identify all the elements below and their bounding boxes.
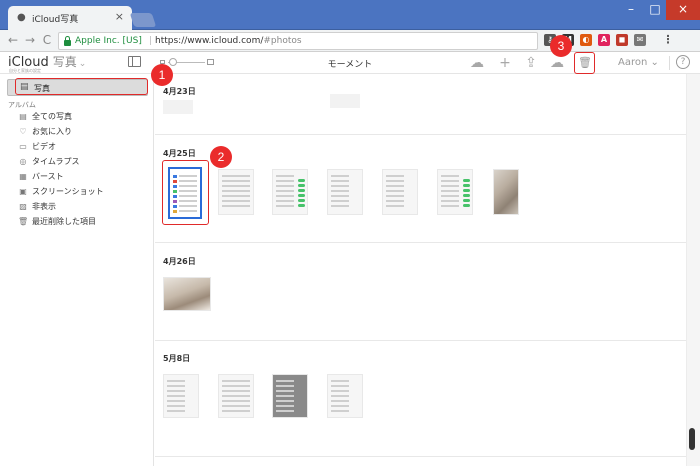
moment-divider	[155, 456, 686, 457]
sidebar-album-item[interactable]: ▦ バースト	[18, 170, 64, 184]
sidebar-toggle-icon[interactable]	[128, 56, 141, 67]
app-name: 写真	[52, 55, 77, 69]
sidebar-album-item[interactable]: ▨ 非表示	[18, 200, 56, 214]
browser-tab-strip: ● iCloud写真 × – □ ×	[0, 0, 700, 30]
album-icon: ▦	[19, 172, 27, 181]
secure-origin-label: Apple Inc. [US]	[75, 36, 142, 46]
account-menu[interactable]: Aaron ⌄	[618, 57, 659, 68]
photo-thumbnail[interactable]	[163, 100, 193, 114]
album-icon: 🗑	[18, 217, 29, 226]
album-section-header: アルバム	[8, 101, 36, 109]
account-name: Aaron	[618, 57, 648, 68]
sidebar-item-label: スクリーンショット	[32, 187, 104, 196]
sidebar-item-label: 全ての写真	[32, 112, 72, 121]
view-title: モーメント	[327, 60, 373, 70]
photo-thumbnail[interactable]	[218, 169, 254, 215]
sidebar-item-label: ビデオ	[32, 142, 56, 151]
reload-icon[interactable]: C	[39, 32, 55, 48]
step-badge-2: 2	[210, 146, 232, 168]
apple-icon: ●	[17, 12, 26, 23]
sidebar-album-item[interactable]: ▤ 全ての写真	[18, 110, 72, 124]
sidebar-item-label: 最近削除した項目	[32, 217, 96, 226]
large-image-icon	[207, 59, 214, 65]
upload-icon[interactable]: ☁	[468, 54, 486, 72]
help-icon[interactable]: ?	[676, 55, 690, 69]
photo-thumbnail[interactable]	[163, 277, 211, 311]
delete-button-highlight	[574, 52, 595, 74]
album-icon: ▣	[19, 187, 27, 196]
share-icon[interactable]: ⇪	[522, 54, 540, 72]
window-close-button[interactable]: ×	[666, 0, 700, 20]
menu-icon[interactable]: ⋮	[662, 34, 674, 46]
forward-icon[interactable]: →	[22, 32, 38, 48]
moment-date: 4月23日	[163, 87, 196, 96]
scrollbar[interactable]	[686, 74, 700, 466]
browser-extension-icon[interactable]: A	[598, 34, 610, 46]
sidebar-album-item[interactable]: ◎ タイムラプス	[18, 155, 80, 169]
sidebar: ▤ 写真 アルバム ▤ 全ての写真 ♡ お気に入り ▭ ビデオ ◎ タイムラプス ▦ バースト ▣ ス…	[0, 74, 154, 466]
sidebar-album-item[interactable]: ▭ ビデオ	[18, 140, 56, 154]
url-hash: #photos	[263, 36, 302, 46]
sidebar-item-label: タイムラプス	[32, 157, 80, 166]
photo-thumbnail[interactable]	[330, 94, 360, 108]
scrollbar-thumb[interactable]	[689, 428, 695, 450]
album-icon: ▤	[19, 112, 27, 121]
sidebar-item-label: 非表示	[32, 202, 56, 211]
sidebar-album-item[interactable]: ▣ スクリーンショット	[18, 185, 104, 199]
slider-knob[interactable]	[169, 58, 177, 66]
moment-divider	[155, 134, 686, 135]
chevron-down-icon: ⌄	[650, 57, 659, 68]
selected-photo-highlight	[162, 160, 209, 225]
photo-thumbnail[interactable]	[493, 169, 519, 215]
url-text: https://www.icloud.com/#photos	[155, 36, 302, 46]
tab-title: iCloud写真	[32, 15, 79, 25]
moment-divider	[155, 340, 686, 341]
browser-toolbar: ← → C Apple Inc. [US] | https://www.iclo…	[0, 30, 700, 52]
back-icon[interactable]: ←	[5, 32, 21, 48]
step-badge-1: 1	[151, 64, 173, 86]
photo-thumbnail[interactable]	[272, 374, 308, 418]
app-header: iCloud 写真 ⌄ 自分と家族の設定 モーメント ☁ + ⇪ ☁ 🗑 Aaron…	[0, 52, 700, 74]
chevron-down-icon: ⌄	[78, 59, 87, 69]
moments-grid: 4月23日 4月25日 4月26日 5月8日	[155, 74, 686, 466]
moment-date: 4月26日	[163, 257, 196, 266]
url-main: https://www.icloud.com/	[155, 36, 264, 46]
album-icon: ▭	[19, 142, 27, 151]
new-tab-button[interactable]	[129, 13, 157, 27]
photo-thumbnail[interactable]	[218, 374, 254, 418]
photo-thumbnail[interactable]	[327, 169, 363, 215]
sidebar-item-label: お気に入り	[32, 127, 72, 136]
photo-thumbnail[interactable]	[327, 374, 363, 418]
moment-divider	[155, 242, 686, 243]
sidebar-item-label: バースト	[32, 172, 64, 181]
minimize-button[interactable]: –	[620, 0, 642, 20]
maximize-button[interactable]: □	[644, 0, 666, 20]
add-icon[interactable]: +	[496, 54, 514, 72]
browser-tab[interactable]: ● iCloud写真 ×	[8, 6, 132, 30]
photo-thumbnail[interactable]	[437, 169, 473, 215]
url-separator: |	[149, 36, 153, 46]
photo-thumbnail[interactable]	[163, 374, 199, 418]
sidebar-album-item[interactable]: 🗑 最近削除した項目	[18, 215, 96, 229]
lock-icon	[64, 36, 71, 46]
step-badge-3: 3	[550, 35, 572, 57]
moment-date: 5月8日	[163, 354, 191, 363]
sidebar-album-item[interactable]: ♡ お気に入り	[18, 125, 72, 139]
photo-thumbnail[interactable]	[382, 169, 418, 215]
album-icon: ♡	[19, 127, 27, 136]
moment-date: 4月25日	[163, 149, 196, 158]
photo-thumbnail[interactable]	[272, 169, 308, 215]
browser-extension-icon[interactable]: ✉	[634, 34, 646, 46]
photos-item-highlight	[15, 78, 148, 95]
album-icon: ▨	[19, 202, 27, 211]
browser-extension-icon[interactable]: ◐	[580, 34, 592, 46]
browser-extension-icon[interactable]: ◼	[616, 34, 628, 46]
divider	[669, 56, 670, 70]
address-bar[interactable]: Apple Inc. [US] | https://www.icloud.com…	[58, 32, 538, 50]
album-icon: ◎	[19, 157, 27, 166]
tab-close-icon[interactable]: ×	[115, 10, 124, 23]
